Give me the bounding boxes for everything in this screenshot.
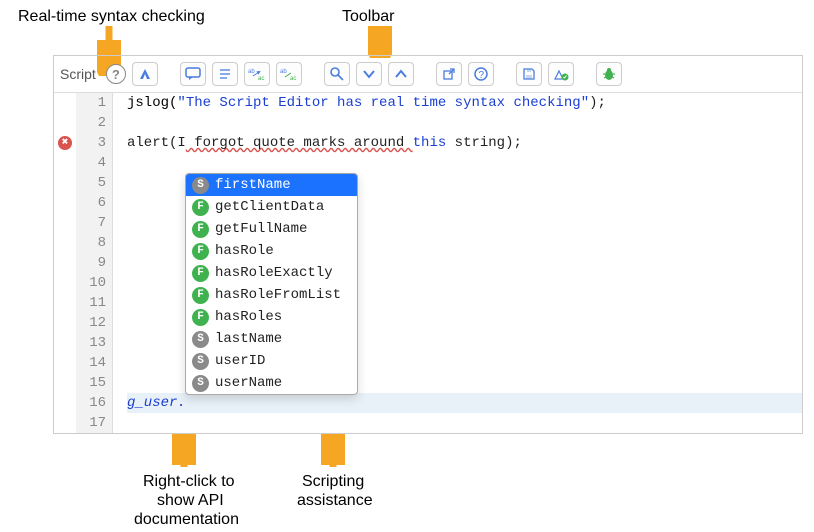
autocomplete-item[interactable]: FgetFullName xyxy=(186,218,357,240)
expand-down-button[interactable] xyxy=(356,62,382,86)
autocomplete-item[interactable]: FgetClientData xyxy=(186,196,357,218)
autocomplete-item[interactable]: FhasRole xyxy=(186,240,357,262)
code-area[interactable]: jslog("The Script Editor has real time s… xyxy=(113,93,802,433)
type-function-icon: F xyxy=(192,287,209,304)
format-button[interactable] xyxy=(212,62,238,86)
callout-api-1: Right-click to xyxy=(143,472,235,491)
replace-all-button[interactable]: abac xyxy=(276,62,302,86)
svg-text:ab: ab xyxy=(248,69,255,75)
code-line-2 xyxy=(127,113,802,133)
type-function-icon: F xyxy=(192,221,209,238)
error-marker-icon[interactable]: ✖ xyxy=(58,136,72,150)
error-gutter: ✖ xyxy=(54,93,76,433)
search-button[interactable] xyxy=(324,62,350,86)
autocomplete-item[interactable]: FhasRoles xyxy=(186,306,357,328)
replace-button[interactable]: abac xyxy=(244,62,270,86)
save-button[interactable] xyxy=(516,62,542,86)
type-string-icon: S xyxy=(192,177,209,194)
type-string-icon: S xyxy=(192,375,209,392)
arrow-scripting xyxy=(321,431,345,471)
validate-button[interactable] xyxy=(548,62,574,86)
debug-button[interactable] xyxy=(596,62,622,86)
type-string-icon: S xyxy=(192,331,209,348)
callout-api-2: show API xyxy=(157,491,224,510)
callout-toolbar: Toolbar xyxy=(342,7,394,26)
collapse-up-button[interactable] xyxy=(388,62,414,86)
autocomplete-popup[interactable]: SfirstName FgetClientData FgetFullName F… xyxy=(185,173,358,395)
toggle-editor-button[interactable] xyxy=(132,62,158,86)
script-editor-panel: Script ? abac abac ? ✖ 12345678910111213… xyxy=(53,55,803,434)
type-string-icon: S xyxy=(192,353,209,370)
autocomplete-item[interactable]: SuserName xyxy=(186,372,357,394)
callout-scripting-1: Scripting xyxy=(302,472,364,491)
svg-text:?: ? xyxy=(478,70,484,81)
autocomplete-item[interactable]: SlastName xyxy=(186,328,357,350)
editor-toolbar: Script ? abac abac ? xyxy=(54,56,802,93)
arrow-toolbar xyxy=(368,26,392,58)
script-label: Script xyxy=(60,66,96,82)
svg-text:ac: ac xyxy=(290,76,296,81)
callout-api-3: documentation xyxy=(134,510,239,529)
type-function-icon: F xyxy=(192,199,209,216)
autocomplete-item[interactable]: SfirstName xyxy=(186,174,357,196)
autocomplete-item[interactable]: FhasRoleFromList xyxy=(186,284,357,306)
help-icon[interactable]: ? xyxy=(106,64,126,84)
autocomplete-item[interactable]: FhasRoleExactly xyxy=(186,262,357,284)
line-number-gutter: 1234567891011121314151617 xyxy=(76,93,113,433)
svg-text:ac: ac xyxy=(258,76,264,81)
type-function-icon: F xyxy=(192,265,209,282)
code-line-16: g_user. xyxy=(127,393,802,413)
editor-body[interactable]: ✖ 1234567891011121314151617 jslog("The S… xyxy=(54,93,802,433)
comment-button[interactable] xyxy=(180,62,206,86)
arrow-api xyxy=(172,431,196,471)
callout-scripting-2: assistance xyxy=(297,491,373,510)
type-function-icon: F xyxy=(192,243,209,260)
autocomplete-item[interactable]: SuserID xyxy=(186,350,357,372)
callout-realtime-syntax: Real-time syntax checking xyxy=(18,7,205,26)
code-line-1: jslog("The Script Editor has real time s… xyxy=(127,93,802,113)
info-button[interactable]: ? xyxy=(468,62,494,86)
svg-text:ab: ab xyxy=(280,69,287,75)
code-line-3: alert(I forgot quote marks around this s… xyxy=(127,133,802,153)
popout-button[interactable] xyxy=(436,62,462,86)
type-function-icon: F xyxy=(192,309,209,326)
